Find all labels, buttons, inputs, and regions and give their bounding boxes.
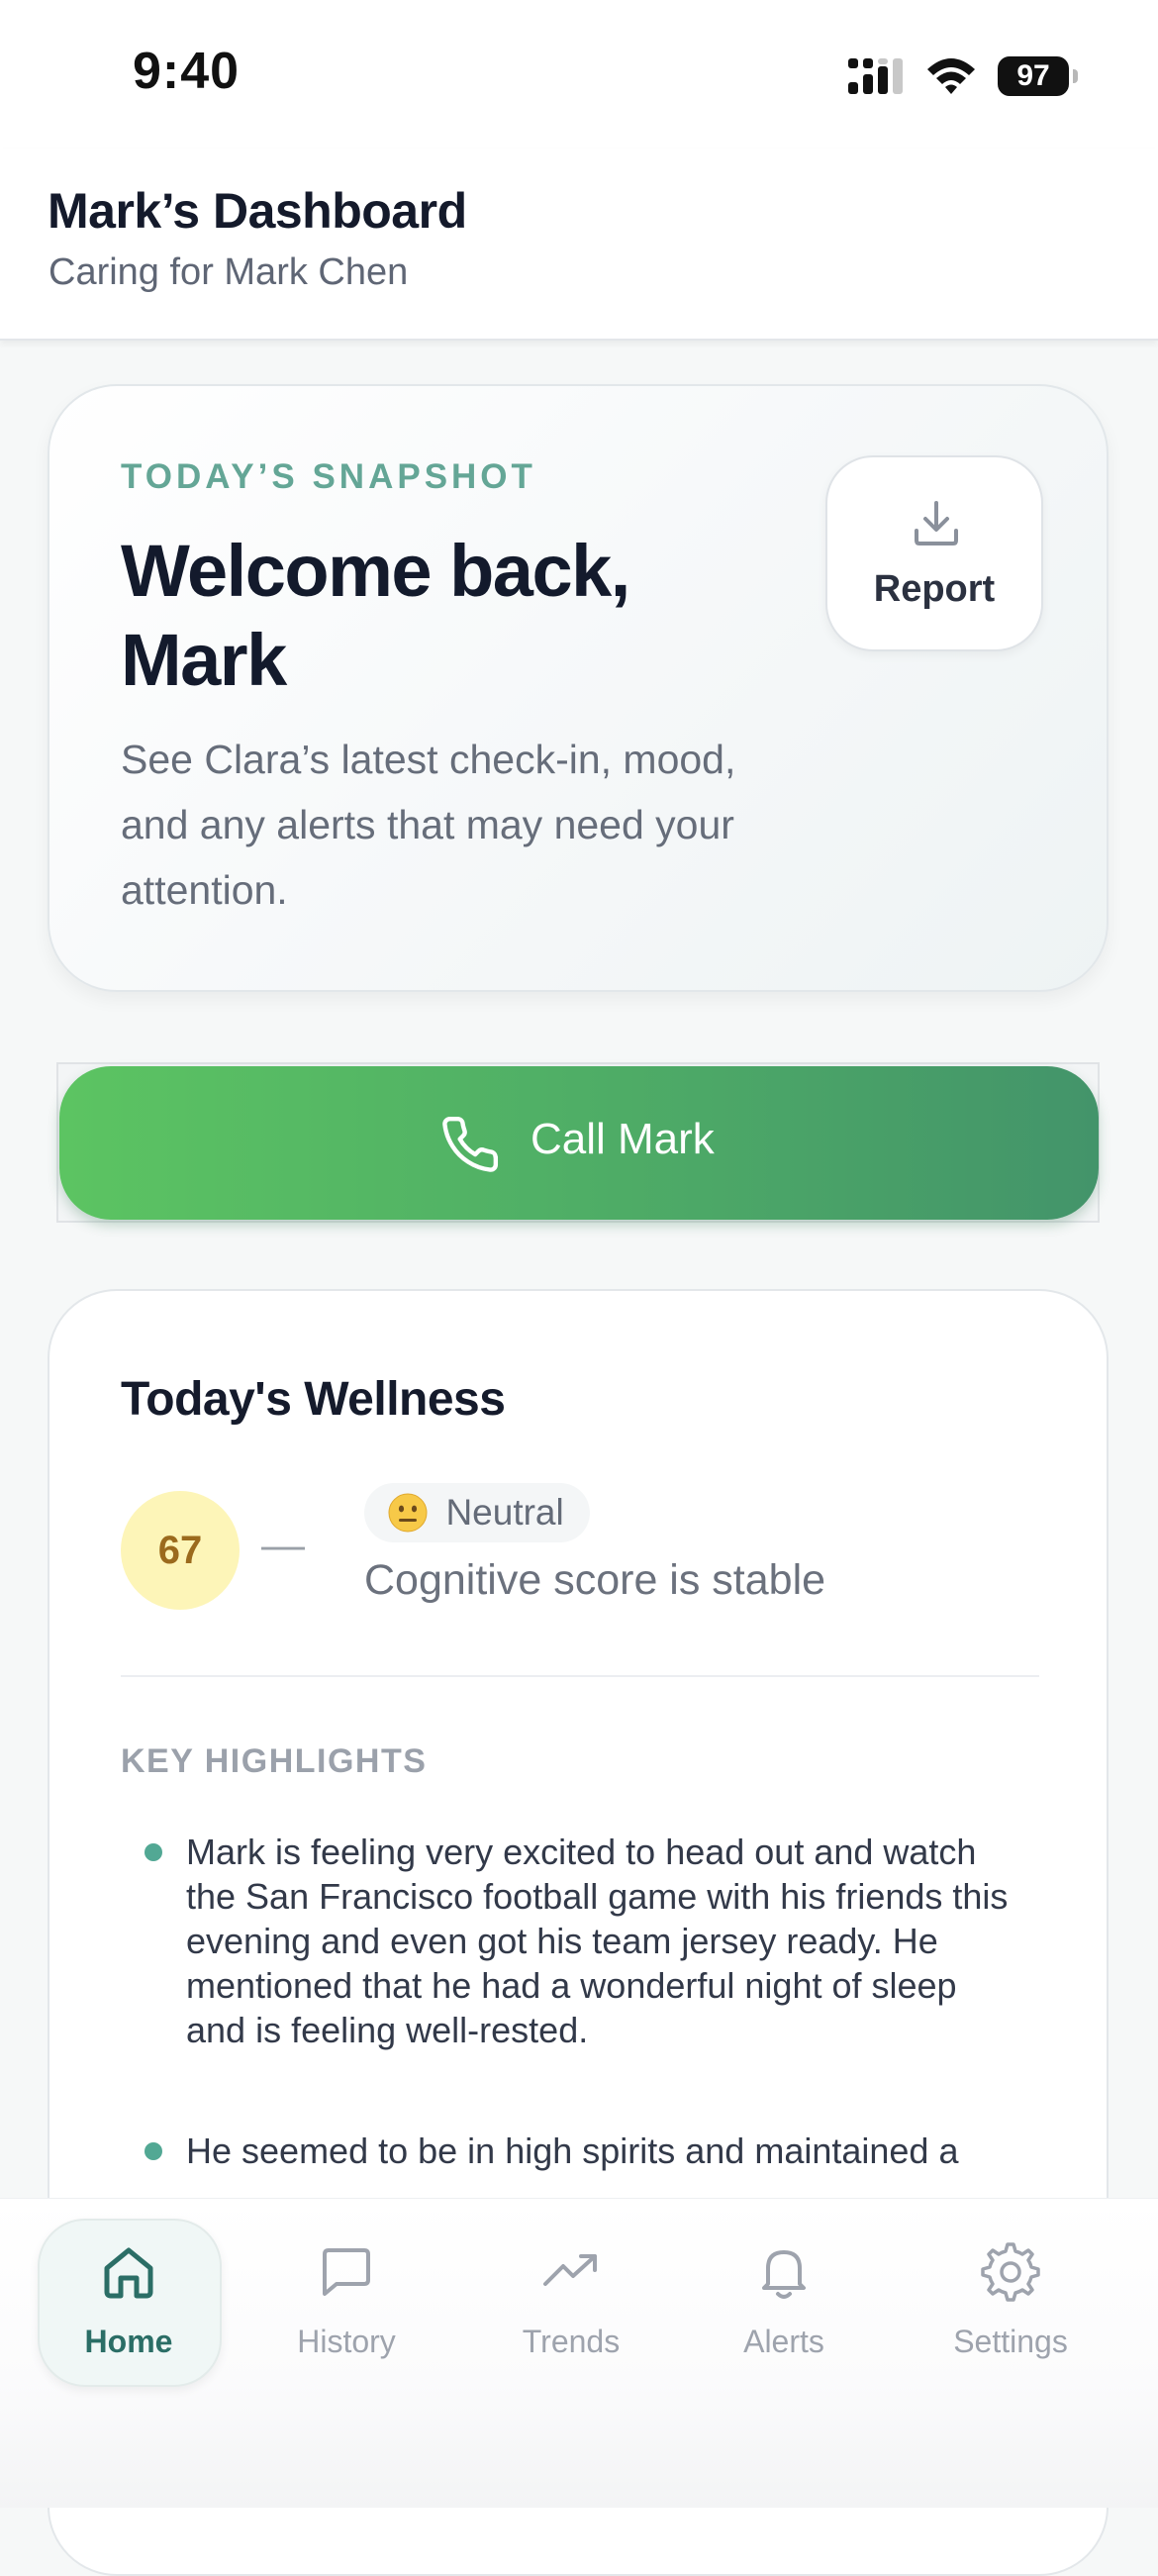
highlights-label: KEY HIGHLIGHTS	[121, 1742, 428, 1780]
nav-history-label: History	[297, 2324, 396, 2359]
status-bar: 9:40 97	[0, 0, 1158, 149]
nav-alerts[interactable]: Alerts	[685, 2240, 883, 2379]
phone-icon	[442, 1116, 499, 1172]
call-mark-button[interactable]: Call Mark	[59, 1066, 1099, 1220]
bullet-dot	[145, 2142, 162, 2160]
page-subtitle: Caring for Mark Chen	[48, 251, 409, 293]
bell-icon	[762, 2250, 806, 2299]
score-status-text: Cognitive score is stable	[364, 1556, 826, 1604]
nav-home[interactable]: Home	[30, 2240, 228, 2379]
cellular-signal-icon	[848, 58, 903, 94]
report-button[interactable]: Report	[825, 455, 1043, 651]
mood-badge: Neutral	[364, 1483, 590, 1542]
battery-nub	[1073, 69, 1078, 83]
mood-label: Neutral	[445, 1492, 564, 1533]
bullet-dot	[145, 1843, 162, 1861]
battery-level: 97	[998, 56, 1069, 96]
highlight-text: Mark is feeling very excited to head out…	[186, 1832, 1009, 2050]
home-icon	[104, 2247, 153, 2299]
nav-home-label: Home	[84, 2324, 173, 2359]
score-trend: —	[261, 1521, 305, 1569]
report-button-label: Report	[873, 568, 996, 610]
gear-icon	[981, 2242, 1040, 2302]
nav-settings-label: Settings	[953, 2324, 1068, 2359]
trending-up-icon	[543, 2254, 597, 2286]
divider	[121, 1675, 1039, 1677]
download-icon	[915, 501, 958, 545]
neutral-face-emoji	[388, 1493, 428, 1533]
status-time: 9:40	[133, 43, 241, 100]
snapshot-card: TODAY’S SNAPSHOT Welcome back, Mark See …	[48, 384, 1109, 992]
snapshot-description: See Clara’s latest check-in, mood, and a…	[121, 737, 736, 913]
nav-trends-label: Trends	[522, 2324, 621, 2359]
welcome-heading-line1: Welcome back,	[121, 530, 630, 612]
nav-history[interactable]: History	[247, 2240, 445, 2379]
message-icon	[323, 2248, 370, 2296]
battery-indicator: 97	[998, 56, 1078, 96]
highlight-text: He seemed to be in high spirits and main…	[186, 2130, 959, 2171]
bottom-navigation: Home History Trends Alerts Settings	[0, 2198, 1158, 2508]
welcome-heading-line2: Mark	[121, 619, 287, 701]
wifi-icon	[927, 58, 975, 94]
snapshot-eyebrow: TODAY’S SNAPSHOT	[121, 457, 536, 496]
wellness-title: Today's Wellness	[121, 1373, 506, 1426]
nav-trends[interactable]: Trends	[472, 2240, 670, 2379]
welcome-heading: Welcome back, Mark	[121, 527, 754, 705]
page-header: Mark’s Dashboard Caring for Mark Chen	[0, 149, 1158, 341]
page-title: Mark’s Dashboard	[48, 183, 467, 239]
nav-settings[interactable]: Settings	[912, 2240, 1110, 2379]
call-button-label: Call Mark	[531, 1115, 715, 1163]
nav-alerts-label: Alerts	[743, 2324, 824, 2359]
cognitive-score: 67	[121, 1491, 240, 1610]
